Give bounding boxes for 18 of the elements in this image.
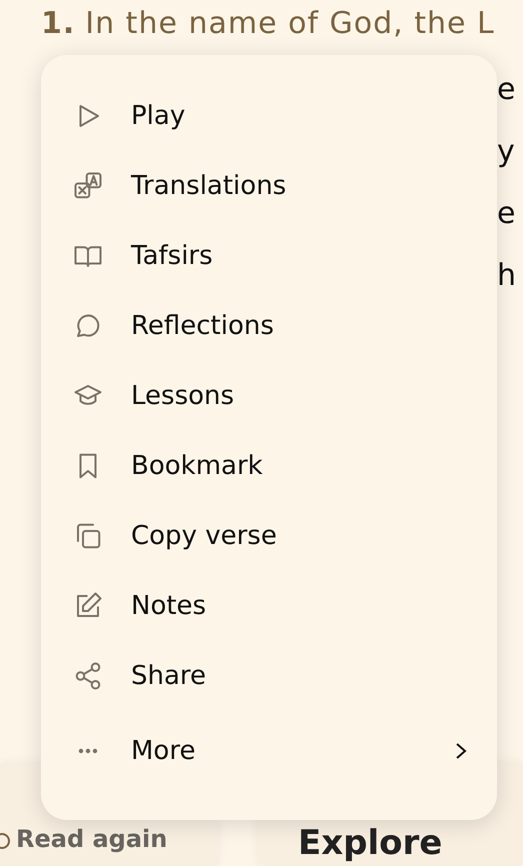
menu-item[interactable]: Reflections xyxy=(41,291,497,361)
menu-item[interactable]: Bookmark xyxy=(41,431,497,501)
verse-text: h xyxy=(497,257,518,295)
menu-item[interactable]: Copy verse xyxy=(41,501,497,571)
menu-item[interactable]: Tafsirs xyxy=(41,221,497,291)
translate-icon xyxy=(73,171,103,201)
menu-item[interactable]: Notes xyxy=(41,571,497,641)
menu-item[interactable]: Translations xyxy=(41,151,497,221)
verse-text: In the name of God, the L xyxy=(85,6,495,41)
menu-item[interactable]: Lessons xyxy=(41,361,497,431)
verse-text: e xyxy=(497,195,516,233)
menu-item[interactable]: More xyxy=(41,711,497,791)
share-icon xyxy=(73,661,103,691)
verse-text: e xyxy=(497,71,516,109)
menu-item[interactable]: Share xyxy=(41,641,497,711)
verse-number: 1. xyxy=(41,6,76,41)
verse-text: y xyxy=(497,133,516,171)
menu-item[interactable]: Play xyxy=(41,81,497,151)
